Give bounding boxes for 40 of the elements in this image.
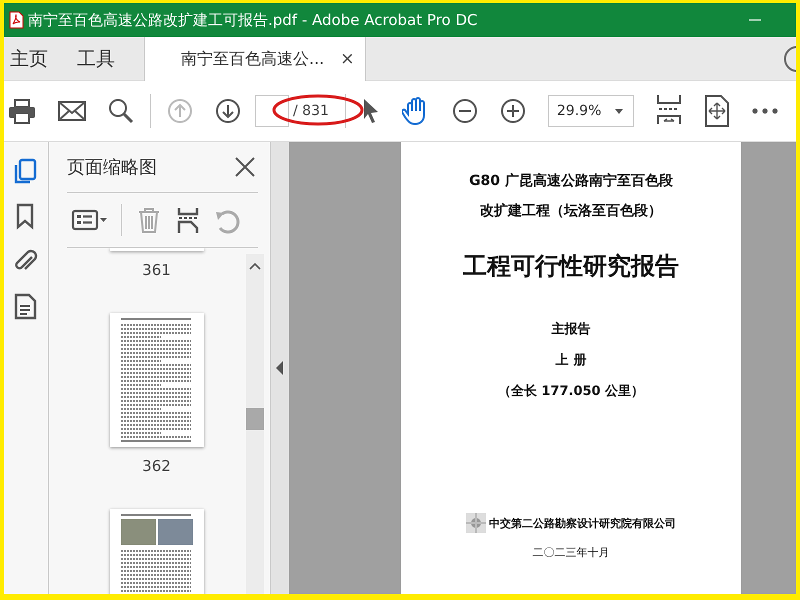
collapse-arrow-icon[interactable]	[276, 361, 284, 375]
scrollbar[interactable]	[246, 254, 264, 594]
help-icon[interactable]	[782, 44, 796, 74]
page-count: / 831	[293, 103, 329, 119]
zoom-dropdown[interactable]: 29.9%	[548, 95, 634, 127]
pointer-icon[interactable]	[362, 98, 380, 124]
page-thumbnail[interactable]	[110, 313, 204, 447]
print-icon[interactable]	[8, 98, 36, 124]
pages-icon[interactable]	[13, 158, 39, 185]
page-thumbnail[interactable]	[110, 248, 204, 251]
page-subtitle: 改扩建工程（坛洛至百色段）	[480, 202, 662, 220]
scroll-thumb[interactable]	[246, 408, 264, 430]
logo-icon	[466, 513, 486, 533]
page-thumbnail[interactable]	[110, 509, 204, 594]
page-title: 工程可行性研究报告	[463, 251, 679, 282]
page-date: 二〇二三年十月	[532, 545, 610, 560]
page-text: （全长 177.050 公里）	[498, 383, 644, 400]
close-icon[interactable]	[234, 156, 256, 178]
mail-icon[interactable]	[58, 100, 86, 122]
page-number: 361	[142, 261, 171, 279]
tab[interactable]: 工具	[71, 37, 126, 80]
page-move-icon[interactable]	[704, 95, 730, 127]
scroll-up-icon[interactable]	[249, 262, 261, 270]
page-text: 上 册	[556, 352, 586, 369]
tab[interactable]: 南宁至百色高速公... ×	[144, 37, 366, 81]
more-icon[interactable]	[752, 108, 778, 114]
page-text: 主报告	[552, 320, 590, 338]
window-title: 南宁至百色高速公路改扩建工可报告.pdf - Adobe Acrobat Pro DC	[28, 10, 478, 30]
page-subtitle: G80 广昆高速公路南宁至百色段	[469, 172, 673, 190]
extract-pages-icon[interactable]	[176, 206, 200, 234]
document-icon[interactable]	[13, 293, 39, 320]
panel-title: 页面缩略图	[67, 156, 157, 179]
close-button[interactable]: ×	[340, 49, 355, 69]
search-icon[interactable]	[108, 98, 134, 124]
zoom-in-icon[interactable]	[500, 98, 526, 124]
organization-name: 中交第二公路勘察设计研究院有限公司	[489, 516, 676, 530]
pdf-file-icon	[8, 11, 24, 29]
tab[interactable]: 主页	[4, 37, 59, 80]
page-number: 362	[142, 457, 171, 475]
zoom-out-icon[interactable]	[452, 98, 478, 124]
